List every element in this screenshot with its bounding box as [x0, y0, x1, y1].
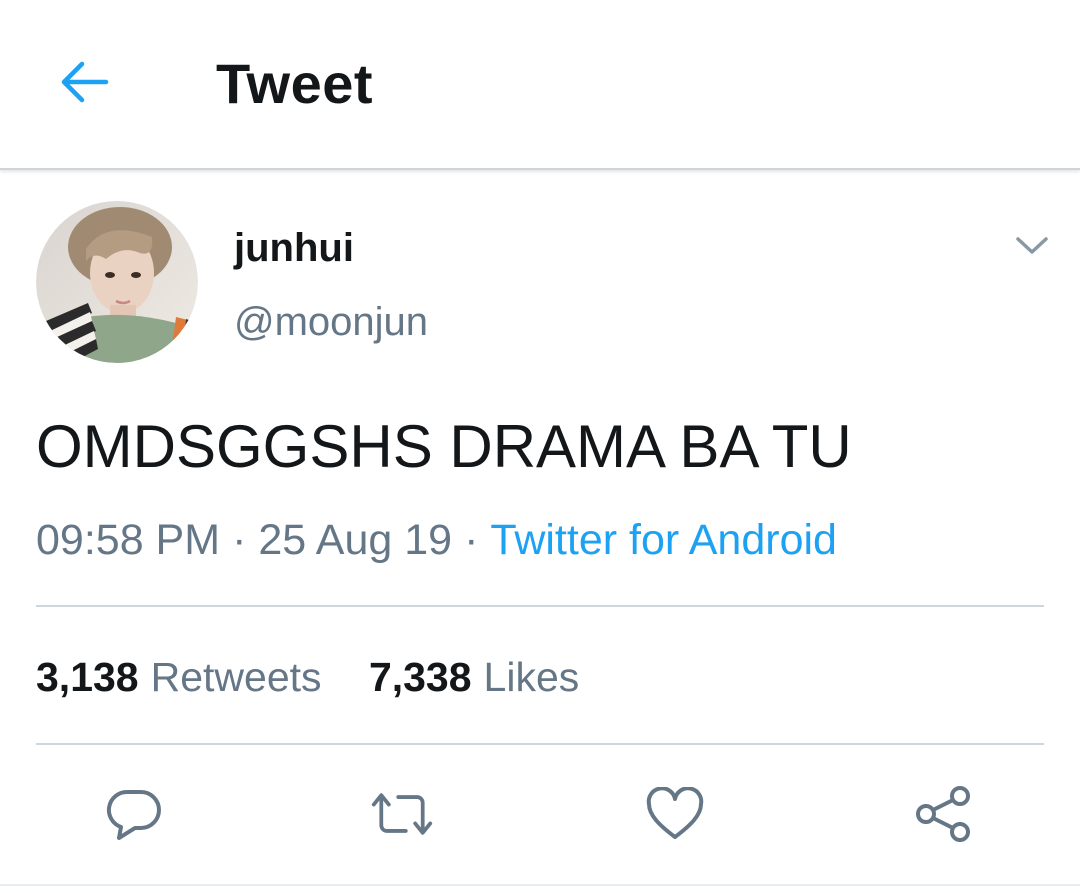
like-button[interactable] — [643, 782, 707, 846]
tweet-detail-screen: Tweet junhui @moonjun OMDSGGSHS DRAMA BA… — [0, 0, 1080, 893]
reply-button[interactable] — [102, 782, 166, 846]
tweet-options-button[interactable] — [1008, 224, 1056, 268]
tweet-stats: 3,138 Retweets 7,338 Likes — [36, 652, 615, 702]
divider — [36, 605, 1044, 607]
bottom-border — [0, 884, 1080, 886]
divider — [36, 743, 1044, 745]
top-app-bar: Tweet — [0, 0, 1080, 170]
likes-count: 7,338 — [368, 654, 472, 700]
retweet-icon — [371, 793, 433, 835]
retweets-stat[interactable]: 3,138 Retweets — [36, 652, 322, 702]
retweets-count: 3,138 — [36, 654, 139, 700]
tweet-text: OMDSGGSHS DRAMA BA TU — [36, 413, 852, 480]
reply-icon — [106, 789, 161, 840]
tweet-metadata: 09:58 PM · 25 Aug 19 · Twitter for Android — [36, 514, 837, 566]
separator-dot: · — [232, 516, 247, 564]
page-title: Tweet — [216, 52, 374, 115]
back-button[interactable] — [52, 50, 116, 114]
user-handle[interactable]: @moonjun — [234, 298, 428, 346]
arrow-left-icon — [61, 61, 109, 103]
retweets-label: Retweets — [150, 654, 322, 700]
tweet-date: 25 Aug 19 — [258, 516, 453, 564]
share-button[interactable] — [912, 782, 976, 846]
heart-icon — [646, 787, 704, 839]
likes-stat[interactable]: 7,338 Likes — [369, 652, 579, 702]
retweet-button[interactable] — [370, 782, 434, 846]
tweet-source-link[interactable]: Twitter for Android — [490, 516, 837, 564]
display-name[interactable]: junhui — [234, 224, 354, 272]
avatar[interactable] — [36, 201, 198, 363]
share-icon — [916, 786, 970, 842]
likes-label: Likes — [483, 654, 580, 700]
chevron-down-icon — [1016, 237, 1048, 254]
separator-dot: · — [464, 516, 479, 564]
user-avatar-photo — [36, 201, 198, 363]
tweet-time: 09:58 PM — [36, 516, 221, 564]
